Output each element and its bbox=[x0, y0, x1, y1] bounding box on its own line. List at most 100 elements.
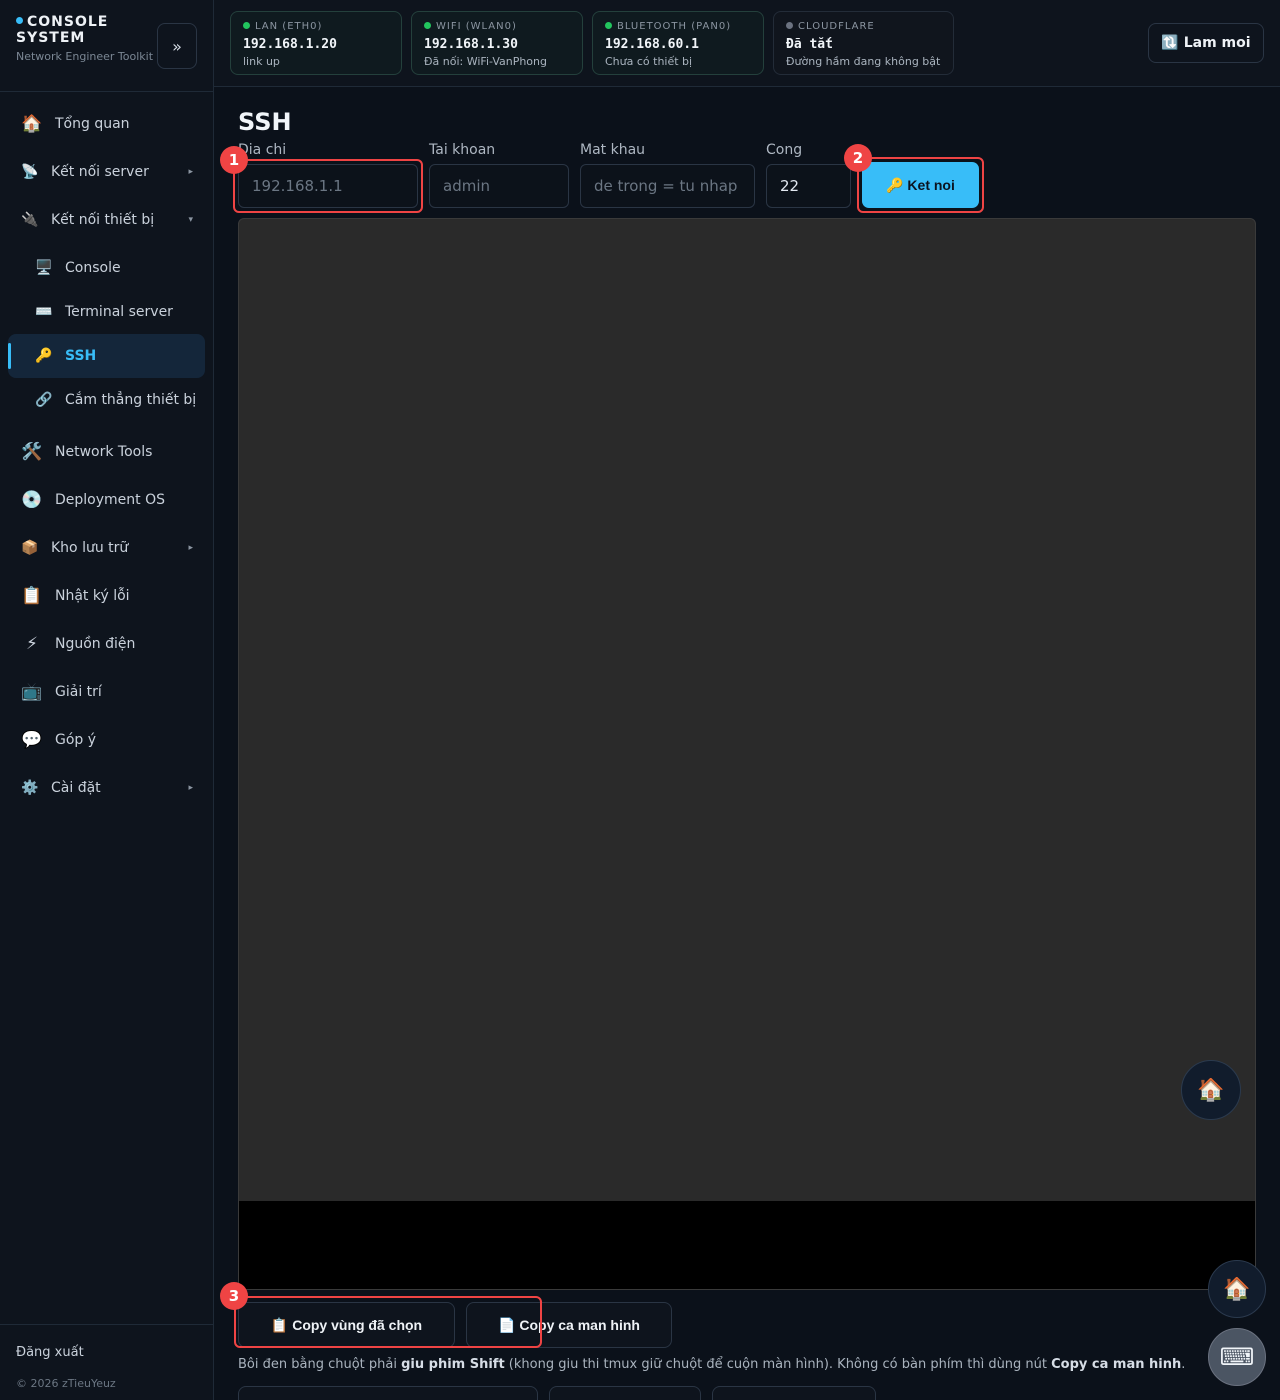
connect-button[interactable]: 🔑 Ket noi bbox=[862, 162, 979, 208]
home-icon: 🏠 bbox=[1223, 1276, 1251, 1302]
satellite-icon: 📡 bbox=[21, 164, 39, 180]
status-dot-icon bbox=[16, 16, 23, 24]
monitor-icon: 🖥️ bbox=[35, 260, 53, 276]
key-icon: 🔑 bbox=[35, 348, 53, 364]
brand: CONSOLE SYSTEM Network Engineer Toolkit bbox=[16, 14, 156, 63]
status-card-sub: link up bbox=[243, 55, 280, 68]
status-card-sub: Đã nối: WiFi-VanPhong bbox=[424, 55, 547, 68]
status-card-value: 192.168.60.1 bbox=[605, 37, 699, 52]
terminal-bottom-area bbox=[239, 1201, 1255, 1289]
sidebar-item-console[interactable]: 🖥️ Console bbox=[8, 246, 205, 290]
package-icon: 📦 bbox=[21, 540, 39, 556]
tools-icon: 🛠️ bbox=[21, 442, 43, 462]
top-status-bar: LAN (ETH0) 192.168.1.20 link up WIFI (WL… bbox=[214, 0, 1280, 87]
annotation-badge-2: 2 bbox=[844, 144, 872, 172]
status-card-value: 192.168.1.30 bbox=[424, 37, 518, 52]
status-card-sub: Chưa có thiết bị bbox=[605, 55, 693, 68]
status-card-value: 192.168.1.20 bbox=[243, 37, 337, 52]
logout-link[interactable]: Đăng xuất bbox=[16, 1345, 84, 1360]
chevron-right-icon: ▸ bbox=[188, 783, 193, 793]
home-float-button[interactable]: 🏠 bbox=[1181, 1060, 1241, 1120]
divider bbox=[0, 1324, 214, 1325]
brand-title: CONSOLE SYSTEM bbox=[16, 14, 109, 46]
annotation-badge-3: 3 bbox=[220, 1282, 248, 1310]
sidebar-item-label: Deployment OS bbox=[55, 492, 165, 508]
bottom-control[interactable] bbox=[238, 1386, 538, 1400]
status-dot-icon bbox=[424, 22, 431, 29]
sidebar-item-label: Giải trí bbox=[55, 684, 102, 700]
status-card-bluetooth: BLUETOOTH (PAN0) 192.168.60.1 Chưa có th… bbox=[592, 11, 764, 75]
account-input[interactable] bbox=[429, 164, 569, 208]
copy-help-text: Bôi đen bằng chuột phải giu phim Shift (… bbox=[238, 1357, 1186, 1372]
status-card-value: Đã tắt bbox=[786, 37, 833, 52]
sidebar-item-label: Góp ý bbox=[55, 732, 97, 748]
keyboard-float-button[interactable]: ⌨ bbox=[1208, 1328, 1266, 1386]
speech-bubble-icon: 💬 bbox=[21, 730, 43, 750]
brand-subtitle: Network Engineer Toolkit bbox=[16, 50, 154, 63]
sidebar-collapse-button[interactable]: » bbox=[157, 23, 197, 69]
home-icon: 🏠 bbox=[21, 114, 43, 134]
sidebar-item-label: Kho lưu trữ bbox=[51, 540, 129, 556]
disc-icon: 💿 bbox=[21, 490, 43, 510]
chevron-right-icon: ▸ bbox=[188, 543, 193, 553]
status-card-wifi: WIFI (WLAN0) 192.168.1.30 Đã nối: WiFi-V… bbox=[411, 11, 583, 75]
sidebar-item-feedback[interactable]: 💬 Góp ý bbox=[8, 718, 205, 762]
sidebar-item-network-tools[interactable]: 🛠️ Network Tools bbox=[8, 430, 205, 474]
sidebar-item-direct-connect[interactable]: 🔗 Cắm thẳng thiết bị bbox=[8, 378, 205, 422]
port-input[interactable] bbox=[766, 164, 851, 208]
sidebar-item-terminal-server[interactable]: ⌨️ Terminal server bbox=[8, 290, 205, 334]
plug-icon: 🔌 bbox=[21, 212, 39, 228]
chevron-down-icon: ▾ bbox=[188, 215, 193, 225]
port-label: Cong bbox=[766, 142, 803, 158]
keyboard-icon: ⌨ bbox=[1219, 1343, 1255, 1371]
annotation-badge-1: 1 bbox=[220, 146, 248, 174]
sidebar-item-label: Cài đặt bbox=[51, 780, 101, 796]
chevron-right-icon: ▸ bbox=[188, 167, 193, 177]
home-float-button[interactable]: 🏠 bbox=[1208, 1260, 1266, 1318]
sidebar-item-label: SSH bbox=[65, 348, 97, 364]
refresh-button[interactable]: 🔃 Lam moi bbox=[1148, 23, 1264, 63]
lightning-icon: ⚡ bbox=[26, 634, 38, 654]
bottom-control[interactable] bbox=[712, 1386, 876, 1400]
bottom-control[interactable] bbox=[549, 1386, 701, 1400]
status-dot-icon bbox=[786, 22, 793, 29]
sidebar-item-label: Console bbox=[65, 260, 121, 276]
status-dot-icon bbox=[605, 22, 612, 29]
sidebar-item-error-log[interactable]: 📋 Nhật ký lỗi bbox=[8, 574, 205, 618]
clipboard-icon: 📋 bbox=[21, 586, 43, 606]
sidebar-item-label: Cắm thẳng thiết bị bbox=[65, 392, 197, 408]
status-card-sub: Đường hầm đang không bật bbox=[786, 55, 941, 68]
link-icon: 🔗 bbox=[35, 392, 53, 408]
sidebar-item-label: Network Tools bbox=[55, 444, 153, 460]
account-label: Tai khoan bbox=[429, 142, 496, 158]
address-input[interactable] bbox=[238, 164, 418, 208]
divider bbox=[0, 91, 214, 92]
sidebar-item-overview[interactable]: 🏠 Tổng quan bbox=[8, 102, 205, 146]
tv-icon: 📺 bbox=[21, 682, 43, 702]
sidebar-item-label: Kết nối thiết bị bbox=[51, 212, 155, 228]
copyright: © 2026 zTieuYeuz bbox=[16, 1377, 116, 1390]
sidebar-item-power[interactable]: ⚡ Nguồn điện bbox=[8, 622, 205, 666]
password-input[interactable] bbox=[580, 164, 755, 208]
gear-icon: ⚙️ bbox=[21, 780, 39, 796]
sidebar-item-entertainment[interactable]: 📺 Giải trí bbox=[8, 670, 205, 714]
sidebar-item-storage[interactable]: 📦 Kho lưu trữ ▸ bbox=[8, 526, 205, 570]
sidebar-item-label: Nhật ký lỗi bbox=[55, 588, 130, 604]
terminal-view[interactable] bbox=[238, 218, 1256, 1290]
password-label: Mat khau bbox=[580, 142, 646, 158]
sidebar-item-server-connect[interactable]: 📡 Kết nối server ▸ bbox=[8, 150, 205, 194]
sidebar-item-label: Kết nối server bbox=[51, 164, 149, 180]
sidebar-item-label: Tổng quan bbox=[55, 116, 130, 132]
sidebar-item-ssh[interactable]: 🔑 SSH bbox=[8, 334, 205, 378]
sidebar-item-label: Nguồn điện bbox=[55, 636, 136, 652]
sidebar: CONSOLE SYSTEM Network Engineer Toolkit … bbox=[0, 0, 214, 1400]
sidebar-item-device-connect[interactable]: 🔌 Kết nối thiết bị ▾ bbox=[8, 198, 205, 242]
status-card-lan: LAN (ETH0) 192.168.1.20 link up bbox=[230, 11, 402, 75]
keyboard-icon: ⌨️ bbox=[35, 304, 53, 320]
copy-screen-button[interactable]: 📄 Copy ca man hinh bbox=[466, 1302, 672, 1348]
sidebar-item-deployment-os[interactable]: 💿 Deployment OS bbox=[8, 478, 205, 522]
sidebar-item-settings[interactable]: ⚙️ Cài đặt ▸ bbox=[8, 766, 205, 810]
sidebar-item-label: Terminal server bbox=[65, 304, 173, 320]
page-title: SSH bbox=[238, 108, 292, 136]
copy-selection-button[interactable]: 📋 Copy vùng đã chọn bbox=[238, 1302, 455, 1348]
